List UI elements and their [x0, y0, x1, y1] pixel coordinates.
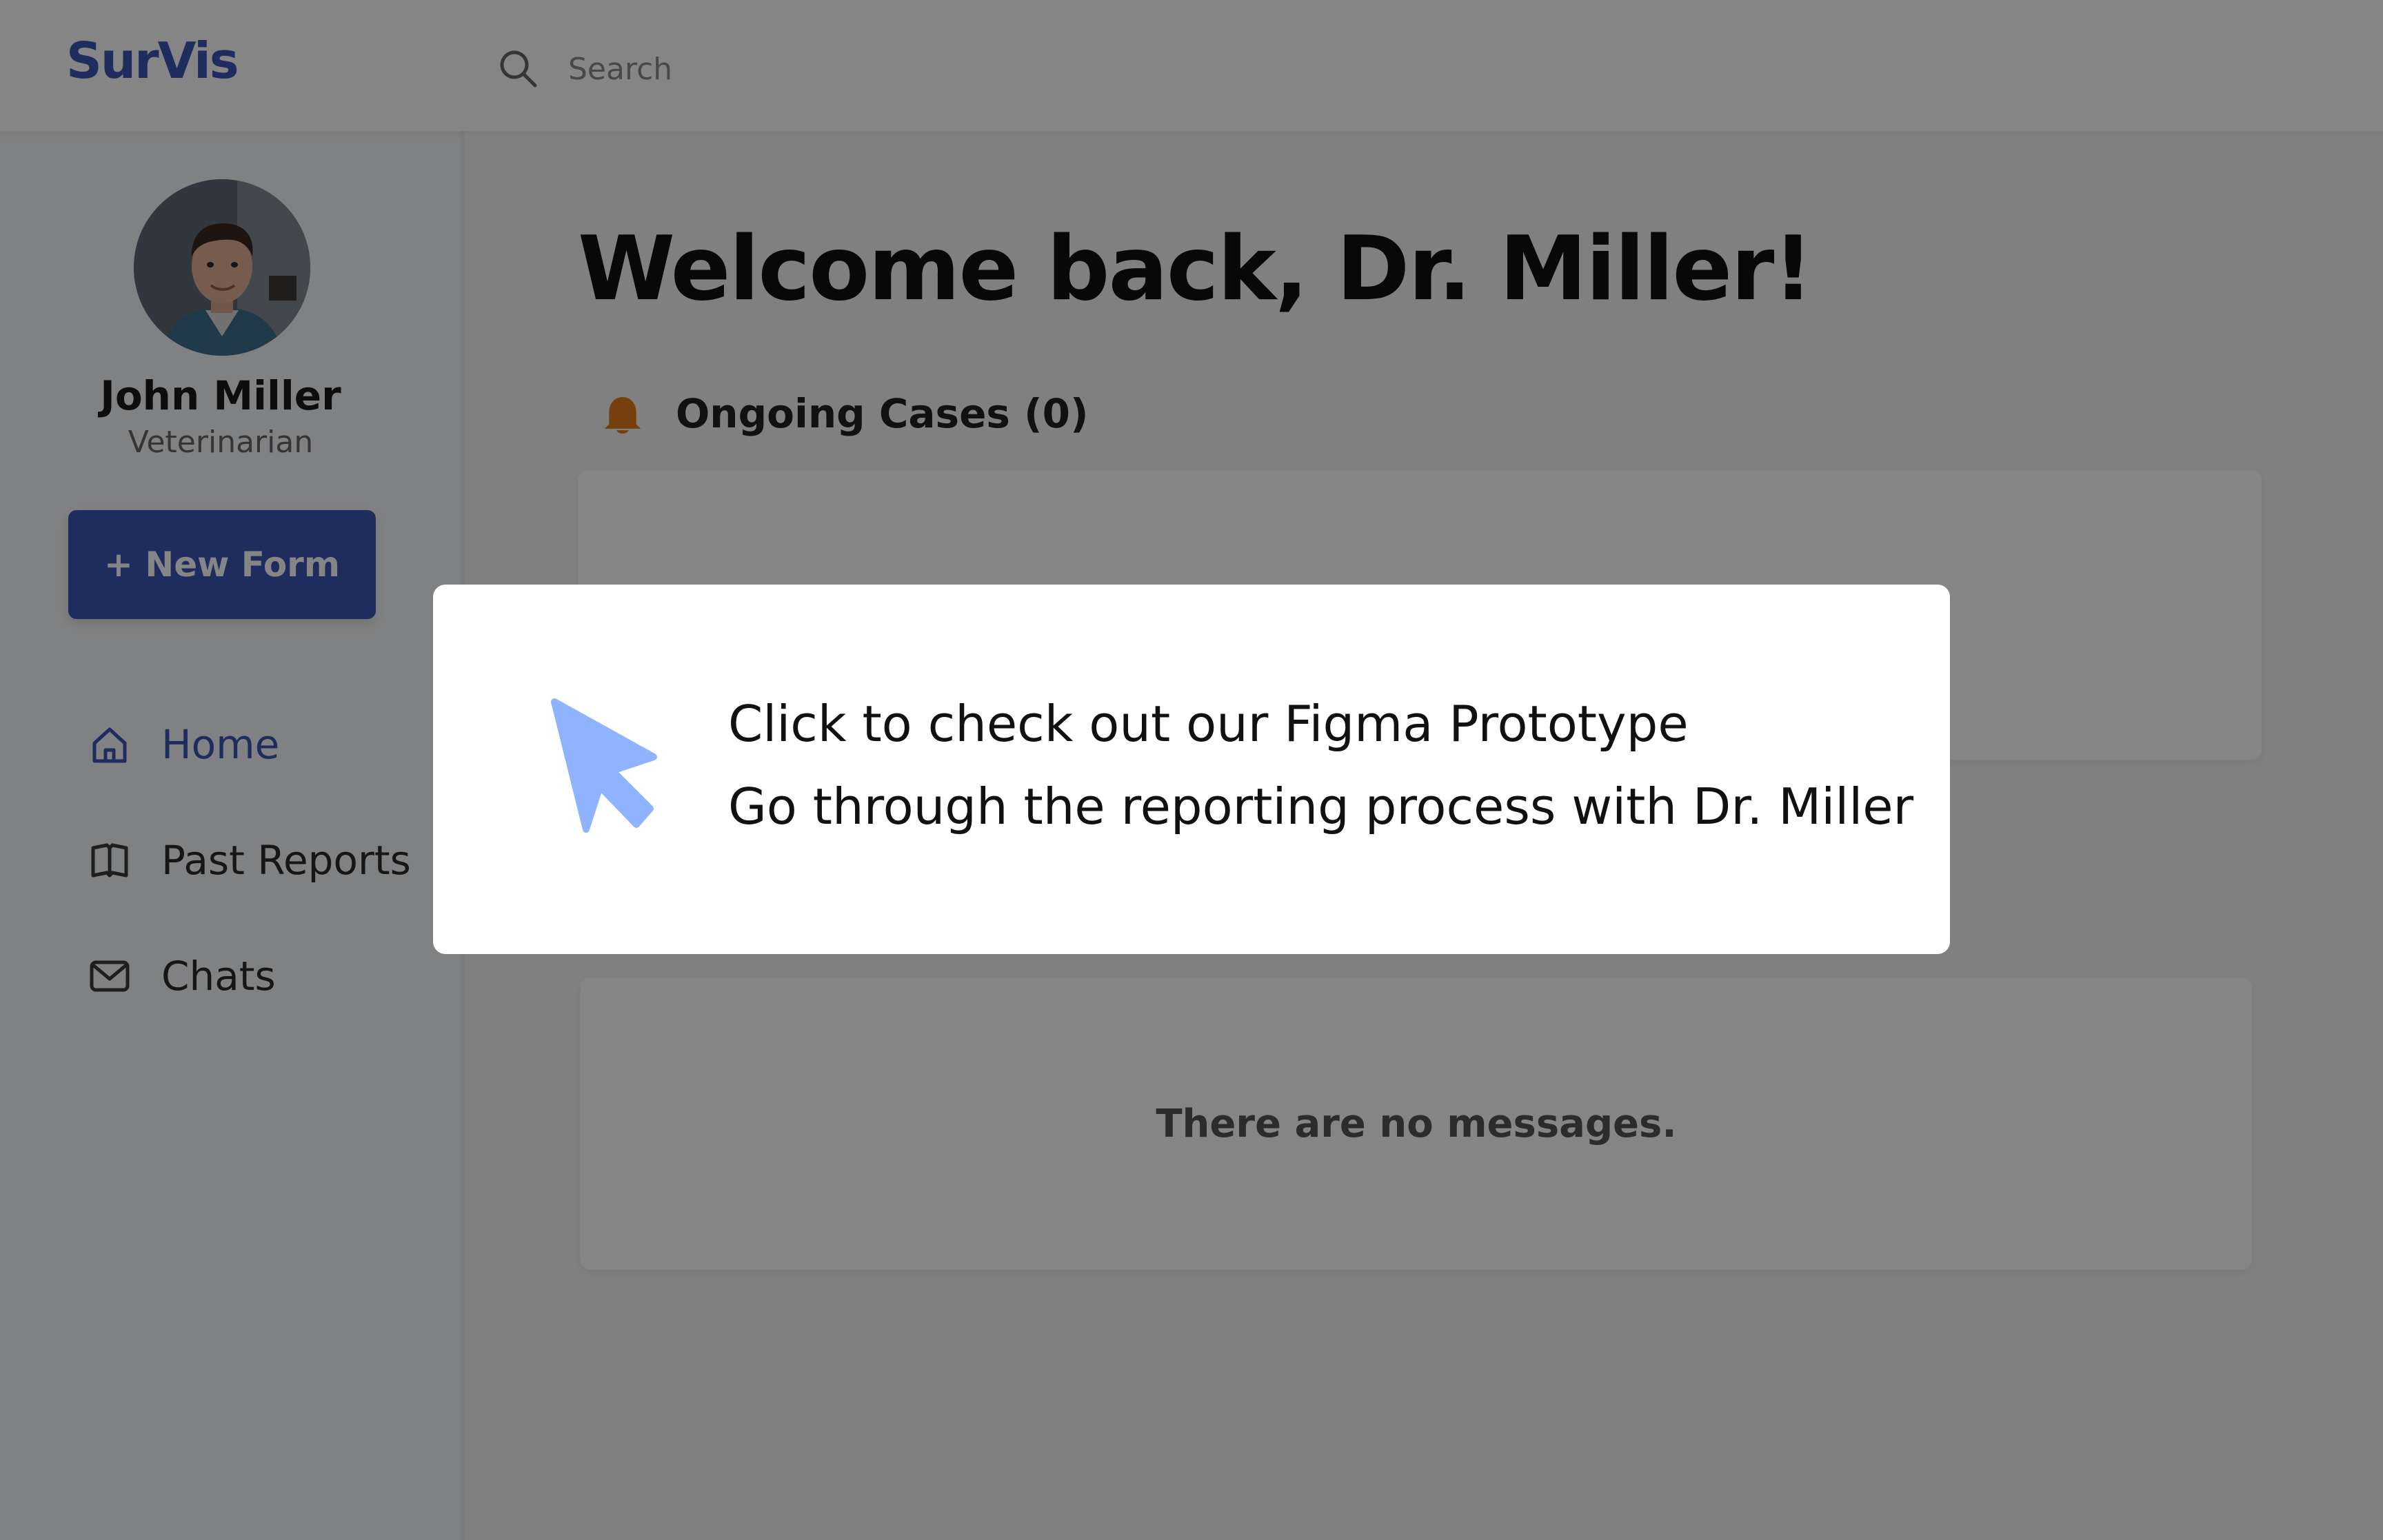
modal-line-1[interactable]: Click to check out our Figma Prototype: [728, 695, 1689, 753]
cursor-icon: [551, 698, 657, 833]
figma-prototype-modal[interactable]: Click to check out our Figma Prototype G…: [433, 585, 1950, 954]
modal-line-2[interactable]: Go through the reporting process with Dr…: [728, 778, 1913, 835]
